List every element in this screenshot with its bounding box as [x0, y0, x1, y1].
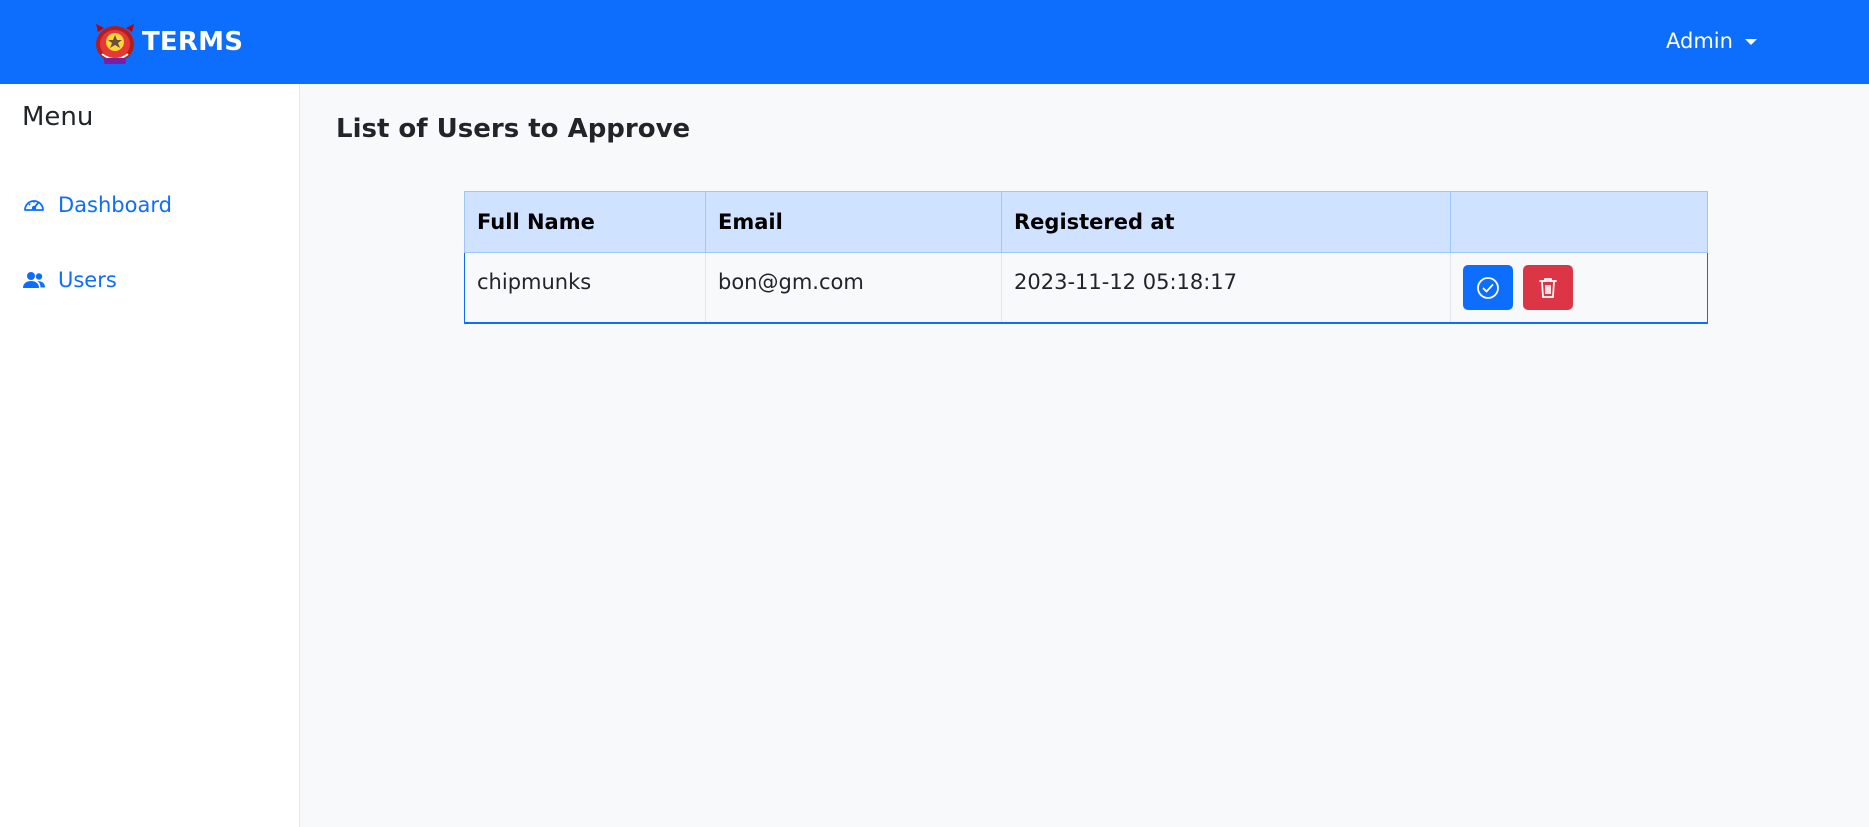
check-circle-icon: [1477, 276, 1499, 299]
page-title: List of Users to Approve: [336, 114, 691, 144]
cell-actions: [1450, 252, 1708, 324]
cell-registered-at: 2023-11-12 05:18:17: [1001, 252, 1451, 324]
admin-user-dropdown[interactable]: Admin: [1666, 26, 1757, 56]
column-header-email: Email: [705, 191, 1002, 253]
column-header-actions: [1450, 191, 1708, 253]
trash-icon: [1539, 277, 1557, 298]
sidebar: Menu Dashboard Users: [0, 84, 300, 827]
table-header-row: Full Name Email Registered at: [464, 191, 1708, 253]
admin-label: Admin: [1666, 29, 1733, 53]
delete-button[interactable]: [1523, 265, 1573, 310]
sidebar-item-users[interactable]: Users: [22, 265, 117, 295]
sidebar-title: Menu: [22, 102, 94, 132]
sidebar-item-label: Users: [58, 268, 117, 292]
top-navbar: TERMS Admin: [0, 0, 1869, 84]
cell-full-name: chipmunks: [464, 252, 706, 324]
cell-email: bon@gm.com: [705, 252, 1002, 324]
users-icon: [22, 268, 46, 292]
column-header-registered-at: Registered at: [1001, 191, 1451, 253]
table-row: chipmunks bon@gm.com 2023-11-12 05:18:17: [464, 252, 1708, 324]
brand-link[interactable]: TERMS: [92, 18, 243, 66]
approve-button[interactable]: [1463, 265, 1513, 310]
column-header-full-name: Full Name: [464, 191, 706, 253]
brand-name: TERMS: [142, 27, 244, 57]
speedometer-icon: [22, 193, 46, 217]
brand-logo-icon: [96, 24, 134, 64]
sidebar-item-label: Dashboard: [58, 193, 172, 217]
caret-down-icon: [1744, 39, 1757, 45]
sidebar-item-dashboard[interactable]: Dashboard: [22, 190, 172, 220]
users-approval-table: Full Name Email Registered at chipmunks …: [464, 191, 1708, 324]
